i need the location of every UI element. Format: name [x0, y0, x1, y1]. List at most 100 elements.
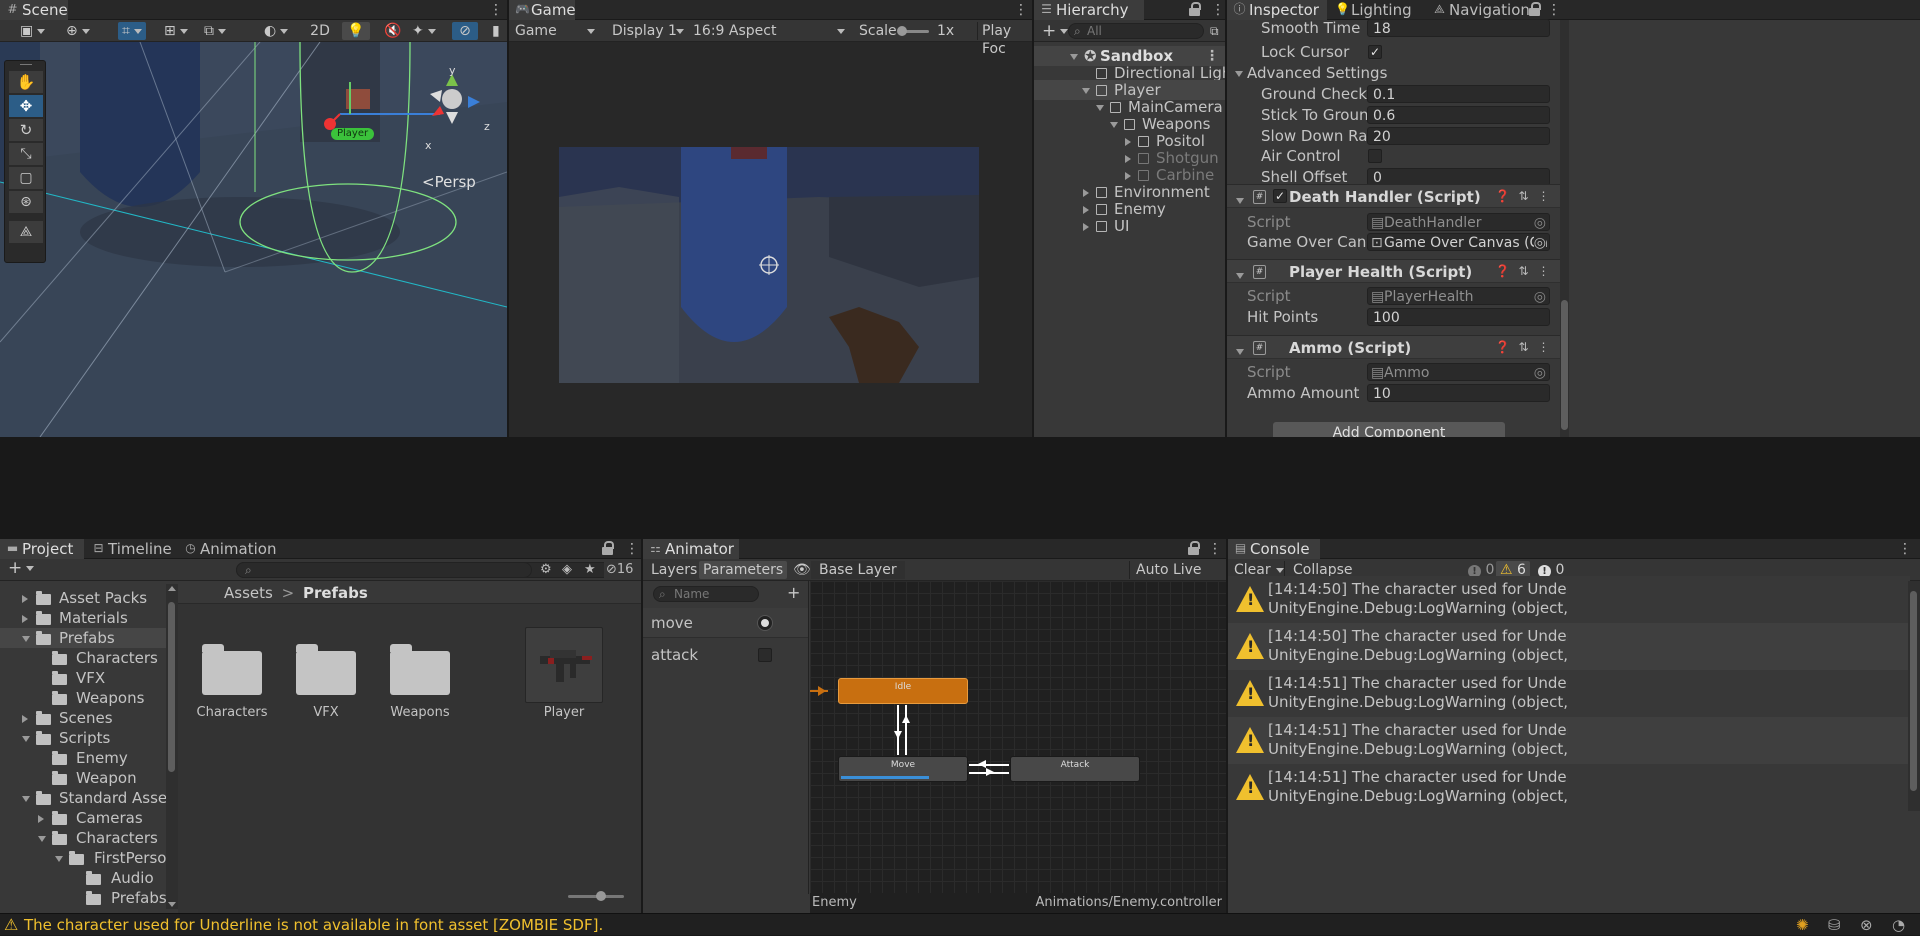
asset-characters-tile[interactable]: Characters [192, 627, 272, 727]
tree-item-firstperson[interactable]: FirstPersonCha [0, 848, 166, 868]
tab-animator[interactable]: ⚏ Animator [643, 539, 739, 559]
tree-item-characters-std[interactable]: Characters [0, 828, 166, 848]
component-menu-icon[interactable]: ⋮ [1537, 340, 1550, 355]
effects-toggle-icon[interactable]: ✦ [408, 22, 440, 40]
animator-graph[interactable]: Idle Move Attack [810, 581, 1226, 894]
lock-icon[interactable] [1529, 2, 1541, 16]
console-entry[interactable]: ![14:14:51] The character used for Under… [1228, 670, 1910, 717]
transition-line[interactable] [969, 764, 1009, 766]
visibility-toggle-icon[interactable]: ⊘ [452, 22, 478, 40]
tree-item-materials[interactable]: Materials [0, 608, 166, 628]
console-entry[interactable]: ![14:14:51] The character used for Under… [1228, 717, 1910, 764]
inspector-menu-icon[interactable]: ⋮ [1547, 0, 1561, 20]
scene-menu-icon[interactable]: ⋮ [489, 0, 503, 20]
param-attack-row[interactable]: attack [643, 640, 808, 670]
death-handler-script-field[interactable]: ▤ DeathHandler ◎ [1367, 213, 1550, 231]
lighting-toggle-icon[interactable]: 💡 [342, 22, 370, 40]
project-add-button[interactable]: + [4, 559, 38, 577]
hidden-packages-toggle[interactable]: ⊘16 [604, 561, 634, 579]
network-icon[interactable]: ⊗ [1860, 916, 1873, 934]
project-search-box[interactable]: ⌕ [236, 562, 532, 578]
param-search-input[interactable]: ⌕ Name [653, 586, 759, 602]
tab-scene[interactable]: # Scene [0, 0, 68, 20]
persp-label[interactable]: <Persp [422, 173, 476, 191]
rect-tool-icon[interactable]: ▢ [9, 167, 43, 189]
tree-item-cameras[interactable]: Cameras [0, 808, 166, 828]
ammo-script-field[interactable]: ▤ Ammo ◎ [1367, 363, 1550, 381]
custom-tool-icon[interactable]: ⟁ [9, 221, 43, 243]
lock-icon[interactable] [1189, 2, 1201, 16]
aspect-dropdown[interactable]: 16:9 Aspect [689, 22, 847, 40]
rotate-tool-icon[interactable]: ↻ [9, 119, 43, 141]
hit-points-field[interactable]: 100 [1367, 308, 1550, 326]
base-layer-breadcrumb[interactable]: Base Layer [811, 561, 905, 579]
ground-check-field[interactable]: 0.1 [1367, 85, 1550, 103]
tab-hierarchy[interactable]: ☰ Hierarchy [1034, 0, 1144, 20]
scene-viewport[interactable] [0, 42, 507, 437]
player-health-script-field[interactable]: ▤ PlayerHealth ◎ [1367, 287, 1550, 305]
tab-game[interactable]: 🎮 Game [509, 0, 576, 20]
camera-settings-icon[interactable]: ▮ [488, 22, 504, 40]
advanced-settings-row[interactable]: Advanced Settings [1227, 63, 1560, 83]
render-mode-button[interactable]: ◐ [260, 22, 292, 40]
death-handler-enabled-checkbox[interactable]: ✓ [1273, 189, 1287, 203]
transform-tool-icon[interactable]: ⊛ [9, 191, 43, 213]
param-attack-checkbox[interactable] [758, 648, 772, 662]
tree-item-characters[interactable]: Characters [0, 648, 166, 668]
component-menu-icon[interactable]: ⋮ [1537, 264, 1550, 279]
object-picker-icon[interactable]: ◎ [1533, 234, 1546, 250]
type-filter-icon[interactable]: ⚙ [540, 561, 552, 579]
tab-lighting[interactable]: 💡 Lighting [1329, 0, 1429, 20]
breadcrumb-assets[interactable]: Assets [224, 584, 273, 602]
tree-item-asset-packs[interactable]: Asset Packs [0, 588, 166, 608]
help-icon[interactable]: ❓ [1495, 340, 1510, 355]
component-menu-icon[interactable]: ⋮ [1537, 189, 1550, 204]
player-health-header[interactable]: # Player Health (Script) ❓ ⇅ ⋮ [1227, 259, 1560, 283]
parameters-tab[interactable]: Parameters [699, 561, 788, 579]
project-tree-scrollbar[interactable] [166, 584, 178, 909]
game-over-canvas-field[interactable]: ⊡ Game Over Canvas (Can ◎ [1367, 233, 1550, 251]
tree-item-prefabs-std[interactable]: Prefabs [0, 888, 166, 908]
state-attack[interactable]: Attack [1010, 756, 1140, 782]
console-scrollbar[interactable] [1908, 581, 1920, 811]
console-entry[interactable]: ![14:14:51] The character used for Under… [1228, 764, 1910, 806]
project-menu-icon[interactable]: ⋮ [625, 539, 639, 559]
object-picker-icon[interactable]: ◎ [1534, 288, 1546, 304]
tab-animation[interactable]: ◷ Animation [178, 539, 278, 559]
layers-tab[interactable]: Layers [647, 561, 701, 579]
draw-mode-button[interactable]: ▣ [16, 22, 49, 40]
tree-item-scenes[interactable]: Scenes [0, 708, 166, 728]
add-component-button[interactable]: Add Component [1273, 422, 1505, 437]
console-menu-icon[interactable]: ⋮ [1898, 539, 1912, 559]
death-handler-header[interactable]: # ✓ Death Handler (Script) ❓ ⇅ ⋮ [1227, 184, 1560, 208]
scale-slider[interactable] [897, 26, 929, 36]
scale-tool-icon[interactable]: ⤡ [9, 143, 43, 165]
tab-timeline[interactable]: ⊟ Timeline [86, 539, 176, 559]
tab-project[interactable]: ▬ Project [0, 539, 84, 559]
asset-weapons-tile[interactable]: Weapons [380, 627, 460, 727]
game-menu-icon[interactable]: ⋮ [1014, 0, 1028, 20]
object-picker-icon[interactable]: ◎ [1534, 214, 1546, 230]
audio-toggle-icon[interactable]: 🔇 [380, 22, 405, 40]
tab-inspector[interactable]: ⓘ Inspector [1227, 0, 1327, 20]
increment-snap-button[interactable]: ⧉ [200, 22, 230, 40]
preset-icon[interactable]: ⇅ [1517, 264, 1530, 279]
console-entry[interactable]: ![14:14:50] The character used for Under… [1228, 576, 1910, 623]
stick-to-ground-field[interactable]: 0.6 [1367, 106, 1550, 124]
tab-console[interactable]: ▤ Console [1228, 539, 1320, 559]
inspector-scrollbar[interactable] [1560, 20, 1569, 437]
tree-item-weapons[interactable]: Weapons [0, 688, 166, 708]
breadcrumb-current[interactable]: Prefabs [303, 584, 368, 602]
air-control-checkbox[interactable] [1368, 149, 1382, 163]
game-view-dropdown[interactable]: Game [511, 22, 599, 40]
preset-icon[interactable]: ⇅ [1517, 340, 1530, 355]
tree-item-vfx[interactable]: VFX [0, 668, 166, 688]
hierarchy-menu-icon[interactable]: ⋮ [1211, 0, 1225, 20]
object-picker-icon[interactable]: ◎ [1534, 364, 1546, 380]
lock-icon[interactable] [1188, 541, 1200, 555]
slow-down-field[interactable]: 20 [1367, 127, 1550, 145]
ammo-amount-field[interactable]: 10 [1367, 384, 1550, 402]
tree-item-prefabs[interactable]: Prefabs [0, 628, 166, 648]
toggle-2d-button[interactable]: 2D [305, 22, 335, 40]
shading-button[interactable]: ⊕ [62, 22, 94, 40]
